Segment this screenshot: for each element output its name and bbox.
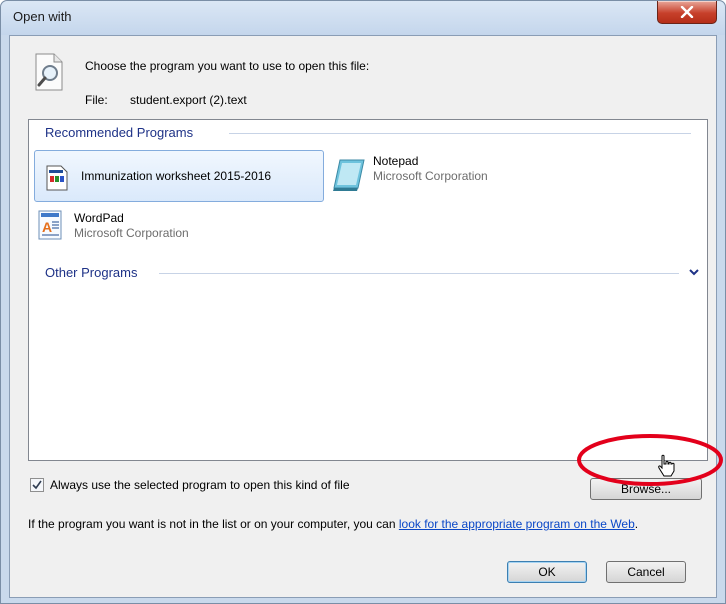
- always-use-checkbox[interactable]: [30, 478, 44, 492]
- open-with-dialog: Open with Choose the program you want to…: [0, 0, 726, 604]
- program-name: Immunization worksheet 2015-2016: [81, 169, 272, 183]
- checkmark-icon: [32, 480, 42, 490]
- info-end: .: [634, 517, 639, 531]
- program-name: Notepad: [373, 154, 419, 168]
- web-search-link[interactable]: look for the appropriate program on the …: [399, 517, 635, 531]
- window-title: Open with: [13, 9, 72, 24]
- prompt-text: Choose the program you want to use to op…: [85, 59, 370, 73]
- annotation-ellipse: [577, 434, 723, 486]
- always-use-label: Always use the selected program to open …: [50, 478, 350, 492]
- file-name: student.export (2).text: [130, 93, 247, 107]
- notepad-icon: [333, 159, 365, 191]
- programs-list[interactable]: Recommended Programs Immunization worksh…: [28, 119, 708, 461]
- recommended-divider: [229, 133, 691, 134]
- program-item-wordpad[interactable]: A WordPad Microsoft Corporation: [34, 206, 324, 250]
- other-programs-header: Other Programs: [45, 265, 138, 280]
- mouse-pointer-icon: [658, 454, 675, 477]
- file-label: File:: [85, 93, 108, 107]
- close-icon: [680, 6, 694, 18]
- worksheet-icon: [46, 165, 68, 191]
- ok-button[interactable]: OK: [507, 561, 587, 583]
- svg-text:A: A: [42, 219, 52, 235]
- wordpad-icon: A: [38, 210, 62, 240]
- file-search-icon: [35, 53, 63, 91]
- program-company: Microsoft Corporation: [373, 169, 488, 183]
- program-name: WordPad: [74, 211, 124, 225]
- recommended-programs-header: Recommended Programs: [45, 125, 194, 140]
- program-item-immunization-worksheet[interactable]: Immunization worksheet 2015-2016: [34, 150, 324, 202]
- other-programs-divider: [159, 273, 679, 274]
- info-message: If the program you want is not in the li…: [28, 517, 399, 531]
- chevron-down-icon[interactable]: [689, 269, 699, 277]
- program-item-notepad[interactable]: Notepad Microsoft Corporation: [329, 150, 569, 202]
- title-bar: Open with: [1, 1, 725, 35]
- dialog-body: Choose the program you want to use to op…: [9, 35, 717, 598]
- close-button[interactable]: [657, 1, 717, 24]
- info-text: If the program you want is not in the li…: [28, 517, 718, 531]
- program-company: Microsoft Corporation: [74, 226, 189, 240]
- cancel-button[interactable]: Cancel: [606, 561, 686, 583]
